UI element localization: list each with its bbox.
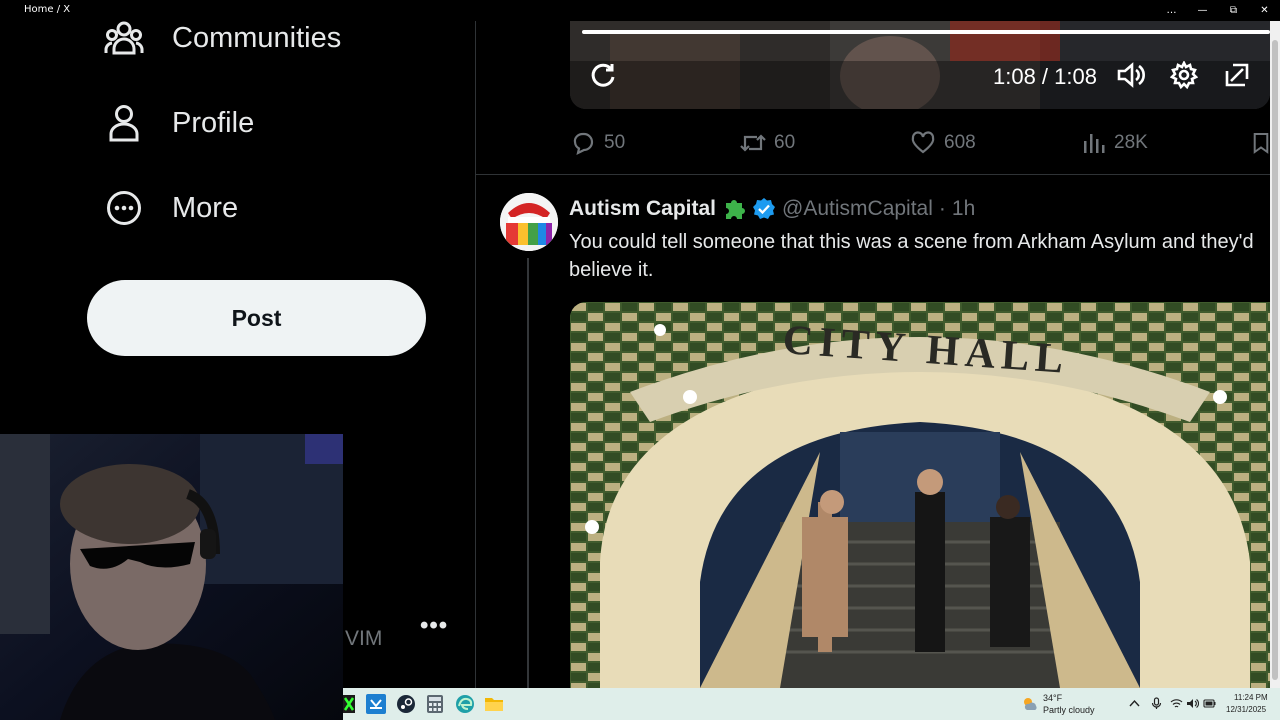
- reply-button[interactable]: 50: [568, 128, 625, 158]
- video-progress-bar[interactable]: [582, 30, 1270, 34]
- puzzle-piece-icon: [722, 197, 748, 221]
- author-handle[interactable]: @AutismCapital: [782, 197, 933, 221]
- column-divider: [475, 21, 476, 688]
- weather-temperature: 34°F: [1043, 693, 1063, 703]
- repost-count: 60: [774, 132, 796, 153]
- video-time: 1:08 / 1:08: [993, 64, 1097, 89]
- clock-date[interactable]: 12/31/2025: [1226, 705, 1266, 714]
- tray-chevron-up-icon[interactable]: [1128, 697, 1141, 710]
- taskbar-app-x-icon[interactable]: [343, 694, 355, 714]
- views-button[interactable]: 28K: [1078, 128, 1148, 158]
- tweet-media-image[interactable]: CITY HALL: [570, 302, 1270, 688]
- repost-button[interactable]: 60: [738, 128, 795, 158]
- account-handle-fragment: VIM: [345, 627, 383, 650]
- like-button[interactable]: 608: [908, 128, 976, 158]
- views-chart-icon: [1078, 128, 1108, 158]
- reply-count: 50: [604, 132, 626, 153]
- reply-icon: [568, 128, 598, 158]
- video-player[interactable]: [570, 21, 1270, 109]
- repost-icon: [738, 128, 768, 158]
- views-count: 28K: [1114, 132, 1148, 153]
- post-button[interactable]: Post: [87, 280, 426, 356]
- settings-gear-icon[interactable]: [1169, 60, 1199, 90]
- window-title: Home / X: [24, 4, 71, 15]
- bookmark-icon[interactable]: [1252, 131, 1270, 155]
- nav-item-more[interactable]: More: [104, 183, 238, 233]
- tweet-divider: [476, 174, 1270, 175]
- battery-icon[interactable]: [1203, 697, 1216, 710]
- window-titlebar: Home / X … — ⧉ ✕: [0, 0, 1280, 21]
- account-menu-button[interactable]: •••: [420, 612, 448, 640]
- nav-label-profile: Profile: [172, 106, 255, 139]
- nav-item-profile[interactable]: Profile: [104, 98, 254, 148]
- weather-icon[interactable]: [1021, 694, 1039, 714]
- header-separator: ·: [938, 197, 946, 220]
- thread-line: [527, 258, 529, 688]
- communities-icon: [104, 18, 144, 58]
- taskbar-app-edge-icon[interactable]: [455, 694, 475, 714]
- author-name[interactable]: Autism Capital: [569, 197, 716, 221]
- taskbar-app-steam-icon[interactable]: [396, 694, 416, 714]
- more-icon: [104, 188, 144, 228]
- tweet-timestamp[interactable]: 1h: [952, 197, 975, 221]
- wifi-icon[interactable]: [1170, 697, 1183, 710]
- window-minimize-button[interactable]: —: [1187, 0, 1218, 21]
- heart-icon: [908, 128, 938, 158]
- tweet-text: You could tell someone that this was a s…: [569, 231, 1254, 281]
- replay-icon[interactable]: [588, 60, 618, 90]
- clock-time[interactable]: 11:24 PM: [1234, 693, 1268, 702]
- taskbar-app-twitter-icon[interactable]: [366, 694, 386, 714]
- verified-badge-icon: [752, 197, 776, 221]
- tweet-header: Autism Capital @AutismCapital · 1h: [569, 196, 975, 222]
- pop-out-icon[interactable]: [1222, 60, 1252, 90]
- nav-label-more: More: [172, 191, 239, 224]
- microphone-icon[interactable]: [1150, 697, 1163, 710]
- weather-description: Partly cloudy: [1043, 705, 1095, 715]
- window-restore-button[interactable]: ⧉: [1218, 0, 1249, 21]
- nav-label-communities: Communities: [172, 21, 342, 54]
- like-count: 608: [944, 132, 976, 153]
- webcam-overlay: [0, 434, 343, 720]
- taskbar-app-folder-icon[interactable]: [484, 694, 504, 714]
- volume-icon[interactable]: [1116, 60, 1146, 90]
- window-close-button[interactable]: ✕: [1249, 0, 1280, 21]
- scrollbar-thumb[interactable]: [1272, 40, 1278, 680]
- window-menu-button[interactable]: …: [1156, 0, 1187, 21]
- avatar[interactable]: [500, 193, 558, 251]
- profile-icon: [104, 103, 144, 143]
- speaker-icon[interactable]: [1186, 697, 1199, 710]
- taskbar-app-calculator-icon[interactable]: [425, 694, 445, 714]
